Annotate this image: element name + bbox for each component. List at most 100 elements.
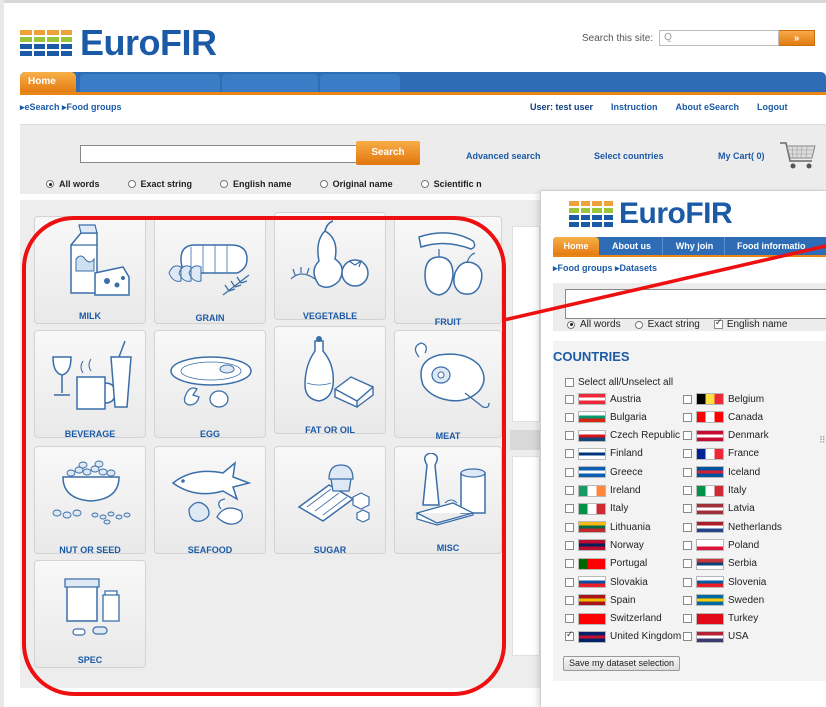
food-group-fat-or-oil[interactable]: FAT OR OIL — [274, 326, 386, 435]
checkbox-icon[interactable] — [683, 540, 692, 550]
nav-tab-2[interactable] — [80, 74, 220, 92]
food-group-nut-or-seed[interactable]: NUT OR SEED — [34, 446, 146, 555]
checkbox-icon[interactable] — [565, 486, 574, 495]
food-group-egg[interactable]: EGG — [154, 330, 266, 439]
popup-tab-why-join[interactable]: Why join — [665, 237, 725, 255]
food-group-spec[interactable]: SPEC — [34, 560, 146, 668]
checkbox-icon[interactable] — [565, 595, 574, 605]
country-option[interactable]: Belgium — [683, 392, 764, 406]
checkbox-icon[interactable] — [565, 394, 574, 404]
popup-option-exact-string[interactable]: Exact string — [634, 319, 700, 330]
checkbox-icon[interactable] — [565, 412, 574, 422]
country-option[interactable]: Slovakia — [565, 575, 648, 589]
radio-icon[interactable] — [127, 180, 136, 188]
popup-search-input[interactable] — [565, 289, 826, 319]
advanced-search-link[interactable]: Advanced search — [466, 151, 541, 161]
breadcrumb[interactable]: ▸eSearch ▸Food groups — [20, 102, 122, 113]
checkbox-checked-icon[interactable] — [713, 318, 723, 329]
country-option[interactable]: Serbia — [683, 557, 757, 571]
checkbox-icon[interactable] — [565, 577, 574, 587]
instruction-link[interactable]: Instruction — [611, 102, 658, 112]
eurofir-logo[interactable]: EuroFIR — [20, 22, 217, 64]
country-option[interactable]: Finland — [565, 447, 643, 461]
popup-breadcrumb[interactable]: ▸Food groups ▸Datasets — [553, 263, 657, 274]
checkbox-icon[interactable] — [683, 595, 692, 605]
checkbox-icon[interactable] — [683, 449, 692, 459]
option-all-words[interactable]: All words — [46, 179, 100, 189]
country-option[interactable]: Ireland — [565, 484, 641, 498]
country-option[interactable]: Bulgaria — [565, 410, 647, 424]
option-exact-string[interactable]: Exact string — [127, 179, 192, 189]
checkbox-icon[interactable] — [683, 504, 692, 514]
country-option[interactable]: Italy — [683, 484, 746, 498]
nav-tab-4[interactable] — [320, 74, 400, 92]
country-option[interactable]: Latvia — [683, 502, 755, 516]
food-group-beverage[interactable]: BEVERAGE — [34, 330, 146, 439]
option-original-name[interactable]: Original name — [319, 179, 393, 189]
country-option[interactable]: France — [683, 447, 759, 461]
resize-handle-icon[interactable]: ⠿ — [819, 435, 826, 446]
checkbox-icon[interactable] — [565, 449, 574, 459]
radio-icon[interactable] — [220, 180, 229, 188]
site-search-input[interactable]: Q — [659, 30, 780, 46]
country-option[interactable]: Spain — [565, 593, 636, 607]
food-group-misc[interactable]: MISC — [394, 446, 502, 554]
nav-home-tab[interactable]: Home — [20, 72, 76, 92]
save-dataset-selection-button[interactable]: Save my dataset selection — [563, 656, 681, 671]
site-search-button[interactable]: » — [779, 30, 816, 46]
country-option[interactable]: Slovenia — [683, 575, 766, 589]
radio-icon[interactable] — [319, 180, 328, 188]
nav-tab-3[interactable] — [222, 74, 318, 92]
checkbox-icon[interactable] — [565, 559, 574, 569]
country-option[interactable]: United Kingdom — [565, 630, 681, 644]
popup-eurofir-logo[interactable]: EuroFIR — [569, 197, 733, 231]
radio-icon[interactable] — [634, 320, 643, 329]
food-group-vegetable[interactable]: VEGETABLE — [274, 212, 386, 321]
option-english-name[interactable]: English name — [220, 179, 292, 189]
checkbox-icon[interactable] — [565, 431, 574, 441]
country-option[interactable]: Denmark — [683, 429, 769, 443]
shopping-cart-icon[interactable] — [778, 137, 818, 171]
popup-tab-about-us[interactable]: About us — [601, 237, 663, 255]
checkbox-icon[interactable] — [683, 577, 692, 587]
food-group-milk[interactable]: MILK — [34, 216, 146, 324]
country-option[interactable]: Turkey — [683, 612, 758, 626]
checkbox-icon[interactable] — [565, 467, 574, 477]
checkbox-icon[interactable] — [683, 559, 692, 569]
radio-selected-icon[interactable] — [567, 320, 575, 329]
country-option[interactable]: Czech Republic — [565, 429, 680, 443]
checkbox-icon[interactable] — [683, 522, 692, 532]
popup-tab-home[interactable]: Home — [553, 237, 599, 255]
country-option[interactable]: Portugal — [565, 557, 647, 571]
checkbox-icon[interactable] — [683, 632, 692, 642]
logout-link[interactable]: Logout — [757, 102, 788, 112]
cart-link[interactable]: My Cart( 0) — [718, 151, 765, 161]
checkbox-icon[interactable] — [565, 614, 574, 624]
country-option[interactable]: Lithuania — [565, 520, 651, 534]
checkbox-icon[interactable] — [565, 540, 574, 550]
country-option[interactable]: Canada — [683, 410, 763, 424]
select-countries-link[interactable]: Select countries — [594, 151, 664, 161]
checkbox-icon[interactable] — [683, 394, 692, 404]
country-option[interactable]: Netherlands — [683, 520, 782, 534]
food-group-fruit[interactable]: FRUIT — [394, 216, 502, 327]
radio-selected-icon[interactable] — [46, 180, 54, 188]
country-option[interactable]: Italy — [565, 502, 628, 516]
checkbox-icon[interactable] — [683, 467, 692, 477]
checkbox-icon[interactable] — [565, 378, 574, 387]
about-esearch-link[interactable]: About eSearch — [676, 102, 740, 112]
search-button[interactable]: Search — [356, 141, 420, 165]
checkbox-checked-icon[interactable] — [565, 630, 574, 642]
country-option[interactable]: Sweden — [683, 593, 764, 607]
food-group-meat[interactable]: MEAT — [394, 330, 502, 441]
checkbox-icon[interactable] — [683, 486, 692, 495]
checkbox-icon[interactable] — [683, 431, 692, 441]
select-all-checkbox[interactable]: Select all/Unselect all — [565, 377, 673, 388]
country-option[interactable]: USA — [683, 630, 749, 644]
country-option[interactable]: Poland — [683, 538, 759, 552]
popup-option-all-words[interactable]: All words — [567, 319, 621, 330]
country-option[interactable]: Switzerland — [565, 612, 662, 626]
checkbox-icon[interactable] — [683, 412, 692, 422]
country-option[interactable]: Norway — [565, 538, 644, 552]
food-group-seafood[interactable]: SEAFOOD — [154, 446, 266, 555]
